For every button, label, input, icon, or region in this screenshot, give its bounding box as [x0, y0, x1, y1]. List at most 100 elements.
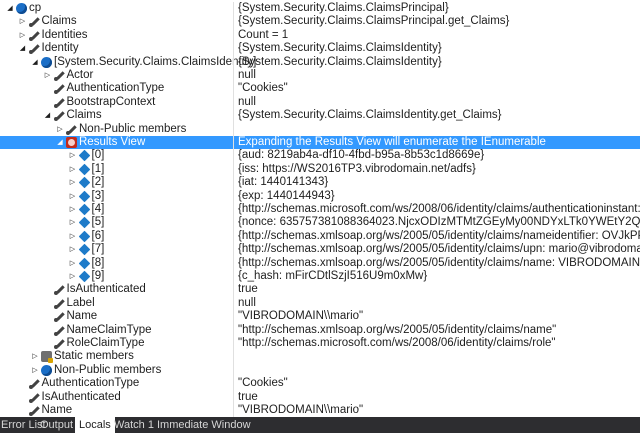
tab-watch-1[interactable]: Watch 1 — [110, 417, 158, 433]
field-icon — [78, 230, 90, 243]
locals-row[interactable]: BootstrapContext null — [0, 95, 640, 110]
expand-arrow-icon[interactable]: ▷ — [68, 243, 78, 256]
row-value[interactable]: {System.Security.Claims.ClaimsPrincipal.… — [238, 15, 509, 28]
row-name: [6] — [91, 229, 105, 242]
row-value[interactable]: {System.Security.Claims.ClaimsIdentity} — [238, 56, 442, 69]
expand-arrow-icon[interactable]: ▷ — [18, 29, 28, 42]
row-value[interactable]: {http://schemas.microsoft.com/ws/2008/06… — [238, 203, 640, 216]
expand-arrow-icon[interactable]: ▷ — [68, 190, 78, 203]
locals-row[interactable]: RoleClaimType "http://schemas.microsoft.c… — [0, 337, 640, 351]
locals-row[interactable]: Label null — [0, 296, 640, 311]
locals-row[interactable]: AuthenticationType "Cookies" — [0, 377, 640, 392]
expand-arrow-icon[interactable]: ▷ — [68, 149, 78, 162]
locals-row[interactable]: ▷ [1] {iss: https://WS2016TP3.vibrodomain.… — [0, 162, 640, 177]
wrench-icon — [28, 30, 40, 41]
locals-row[interactable]: ◢ Identity {System.Security.Claims.ClaimsI… — [0, 42, 640, 57]
wrench-icon — [28, 405, 40, 416]
locals-row[interactable]: ▷ [9] {c_hash: mFirCDtlSzjI516U9m0xMw} — [0, 270, 640, 284]
locals-row[interactable]: ◢ [System.Security.Claims.ClaimsIdentity]… — [0, 55, 640, 70]
locals-tree[interactable]: ◢ cp {System.Security.Claims.ClaimsPrincip… — [0, 0, 640, 417]
row-value[interactable]: "Cookies" — [238, 82, 288, 95]
collapse-arrow-icon[interactable]: ◢ — [30, 56, 40, 69]
column-divider — [233, 136, 234, 150]
row-value[interactable]: {aud: 8219ab4a-df10-4fbd-b95a-8b53c1d866… — [238, 149, 484, 162]
row-value[interactable]: {http://schemas.xmlsoap.org/ws/2005/05/i… — [238, 243, 640, 256]
row-value[interactable]: "VIBRODOMAIN\\mario" — [238, 310, 363, 323]
field-icon — [78, 243, 90, 256]
expand-arrow-icon[interactable]: ▷ — [68, 203, 78, 216]
row-value[interactable]: null — [238, 96, 256, 109]
expand-arrow-icon[interactable]: ▷ — [30, 350, 40, 363]
locals-row[interactable]: ▷ [3] {exp: 1440144943} — [0, 189, 640, 204]
tab-immediate-window[interactable]: Immediate Window — [153, 417, 255, 433]
locals-row[interactable]: ◢ cp {System.Security.Claims.ClaimsPrincip… — [0, 2, 640, 16]
row-value[interactable]: {exp: 1440144943} — [238, 190, 335, 203]
locals-row[interactable]: ◢ Claims {System.Security.Claims.ClaimsIde… — [0, 109, 640, 124]
locals-row[interactable]: ▷ [5] {nonce: 635757381088364023.NjcxODIzM… — [0, 216, 640, 231]
wrench-icon — [53, 97, 65, 108]
row-value[interactable]: {System.Security.Claims.ClaimsPrincipal} — [238, 2, 449, 15]
locals-row[interactable]: ▷ Non-Public members — [0, 363, 640, 378]
row-value[interactable]: {http://schemas.xmlsoap.org/ws/2005/05/i… — [238, 257, 640, 270]
expand-arrow-icon[interactable]: ▷ — [68, 257, 78, 270]
collapse-arrow-icon[interactable]: ◢ — [55, 136, 65, 149]
row-value[interactable]: {nonce: 635757381088364023.NjcxODIzMTMtZ… — [238, 216, 640, 229]
locals-row[interactable]: ▷ [8] {http://schemas.xmlsoap.org/ws/2005/… — [0, 256, 640, 271]
row-value[interactable]: {c_hash: mFirCDtlSzjI516U9m0xMw} — [238, 270, 427, 283]
field-icon — [78, 257, 90, 269]
row-value[interactable]: {http://schemas.xmlsoap.org/ws/2005/05/i… — [238, 230, 640, 243]
locals-row[interactable]: Name "VIBRODOMAIN\\mario" — [0, 310, 640, 325]
row-value[interactable]: "http://schemas.microsoft.com/ws/2008/06… — [238, 337, 556, 350]
locals-row[interactable]: ▷ Actor null — [0, 69, 640, 83]
expand-arrow-icon[interactable]: ▷ — [43, 69, 53, 82]
row-value[interactable]: "http://schemas.xmlsoap.org/ws/2005/05/i… — [238, 324, 556, 337]
locals-row[interactable]: ◢ Results View Expanding the Results View … — [0, 136, 640, 150]
expand-arrow-icon[interactable]: ▷ — [55, 123, 65, 136]
locals-row[interactable]: ▷ [0] {aud: 8219ab4a-df10-4fbd-b95a-8b53c1… — [0, 149, 640, 164]
row-value[interactable]: Expanding the Results View will enumerat… — [238, 136, 546, 149]
expand-arrow-icon[interactable]: ▷ — [68, 216, 78, 229]
row-value[interactable]: {iat: 1440141343} — [238, 176, 328, 189]
row-name: cp — [29, 2, 42, 14]
wrench-icon — [53, 325, 65, 336]
tab-output[interactable]: Output — [36, 417, 77, 433]
row-value[interactable]: "Cookies" — [238, 377, 288, 390]
locals-row[interactable]: Name "VIBRODOMAIN\\mario" — [0, 404, 640, 417]
locals-row[interactable]: ▷ Claims {System.Security.Claims.ClaimsPri… — [0, 15, 640, 30]
row-value[interactable]: true — [238, 283, 258, 296]
row-value[interactable]: Count = 1 — [238, 29, 288, 42]
row-name: [2] — [91, 176, 105, 189]
row-value[interactable]: null — [238, 297, 256, 310]
locals-row[interactable]: ▷ Static members — [0, 350, 640, 365]
locals-row[interactable]: IsAuthenticated true — [0, 283, 640, 298]
row-value[interactable]: {System.Security.Claims.ClaimsIdentity} — [238, 42, 442, 55]
column-divider — [233, 390, 234, 405]
locals-row[interactable]: ▷ [4] {http://schemas.microsoft.com/ws/200… — [0, 203, 640, 217]
locals-row[interactable]: IsAuthenticated true — [0, 390, 640, 405]
row-value[interactable]: "VIBRODOMAIN\\mario" — [238, 404, 363, 417]
locals-row[interactable]: AuthenticationType "Cookies" — [0, 82, 640, 97]
expand-arrow-icon[interactable]: ▷ — [68, 176, 78, 189]
collapse-arrow-icon[interactable]: ◢ — [18, 42, 28, 55]
collapse-arrow-icon[interactable]: ◢ — [43, 109, 53, 122]
locals-row[interactable]: ▷ [7] {http://schemas.xmlsoap.org/ws/2005/… — [0, 243, 640, 258]
expand-arrow-icon[interactable]: ▷ — [30, 364, 40, 377]
row-value[interactable]: {System.Security.Claims.ClaimsIdentity.g… — [238, 109, 502, 122]
locals-row[interactable]: ▷ [2] {iat: 1440141343} — [0, 176, 640, 191]
row-value[interactable]: null — [238, 69, 256, 82]
object-icon — [41, 56, 52, 68]
locals-row[interactable]: NameClaimType "http://schemas.xmlsoap.org… — [0, 323, 640, 338]
tab-locals[interactable]: Locals — [75, 417, 115, 433]
wrench-icon — [53, 338, 65, 349]
expand-arrow-icon[interactable]: ▷ — [18, 15, 28, 28]
row-value[interactable]: true — [238, 391, 258, 404]
expand-arrow-icon[interactable]: ▷ — [68, 270, 78, 283]
locals-row[interactable]: ▷ Identities Count = 1 — [0, 28, 640, 43]
locals-row[interactable]: ▷ [6] {http://schemas.xmlsoap.org/ws/2005/… — [0, 229, 640, 244]
row-value[interactable]: {iss: https://WS2016TP3.vibrodomain.net/… — [238, 163, 476, 176]
locals-row[interactable]: ▷ Non-Public members — [0, 122, 640, 137]
column-divider — [233, 109, 234, 124]
expand-arrow-icon[interactable]: ▷ — [68, 163, 78, 176]
expand-arrow-icon[interactable]: ▷ — [68, 230, 78, 243]
collapse-arrow-icon[interactable]: ◢ — [5, 2, 15, 15]
